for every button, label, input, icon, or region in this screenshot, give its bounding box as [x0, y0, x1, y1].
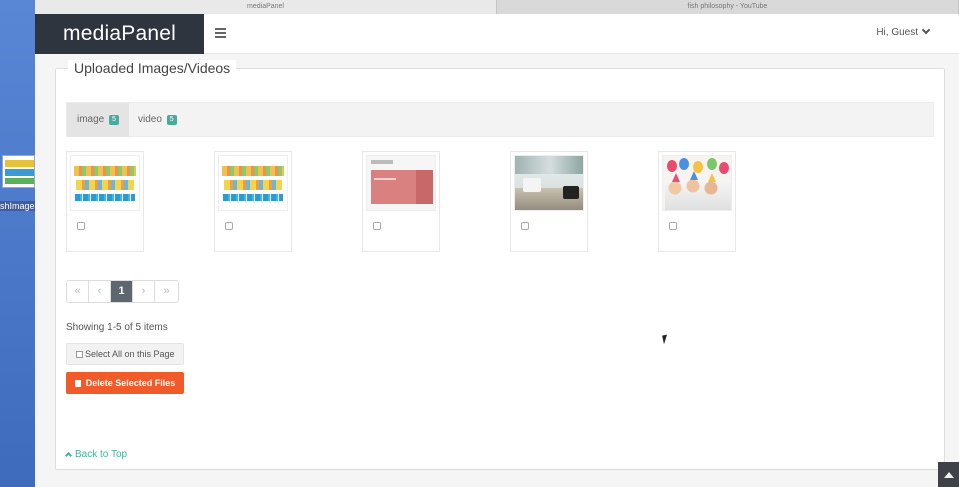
user-menu[interactable]: Hi, Guest — [876, 25, 931, 38]
panel-title: Uploaded Images/Videos — [68, 60, 237, 76]
media-card — [362, 151, 440, 252]
pagination-first[interactable]: « — [67, 281, 89, 302]
main-content: Uploaded Images/Videos image 5 video 5 «… — [35, 54, 959, 487]
desktop-file-label[interactable]: shImage — [0, 201, 35, 211]
back-to-top-link[interactable]: Back to Top — [64, 449, 128, 460]
uploads-panel: Uploaded Images/Videos image 5 video 5 «… — [55, 60, 945, 470]
pagination-last[interactable]: » — [155, 281, 178, 302]
media-thumbnail[interactable] — [514, 155, 584, 211]
tab-video-label: video — [138, 114, 162, 125]
tab-image-label: image — [77, 114, 105, 125]
chevron-up-icon — [64, 451, 73, 460]
media-card — [658, 151, 736, 252]
delete-selected-button[interactable]: Delete Selected Files — [66, 372, 184, 394]
media-thumbnail[interactable] — [218, 155, 288, 211]
media-select-checkbox[interactable] — [373, 222, 381, 230]
media-card — [66, 151, 144, 252]
trash-icon — [74, 380, 81, 387]
arrow-up-icon — [944, 472, 954, 478]
desktop-file-thumbnail[interactable] — [2, 155, 35, 188]
pagination-page-current[interactable]: 1 — [111, 281, 133, 302]
select-all-button[interactable]: Select All on this Page — [66, 343, 184, 365]
tab-image[interactable]: image 5 — [67, 103, 129, 137]
pagination-prev[interactable]: ‹ — [89, 281, 111, 302]
media-type-tabs: image 5 video 5 — [66, 102, 934, 137]
media-thumbnail[interactable] — [662, 155, 732, 211]
browser-tab-bar: mediaPanel fish philosophy - YouTube — [35, 0, 959, 14]
tab-video-count-badge: 5 — [166, 115, 177, 125]
browser-window: mediaPanel fish philosophy - YouTube med… — [35, 0, 959, 487]
tab-video[interactable]: video 5 — [128, 103, 187, 137]
browser-tab-youtube[interactable]: fish philosophy - YouTube — [497, 0, 959, 14]
media-card — [214, 151, 292, 252]
select-all-checkbox[interactable] — [76, 351, 83, 358]
hamburger-icon[interactable] — [215, 28, 226, 38]
top-navbar: Hi, Guest — [204, 14, 959, 54]
browser-tab-mediapanel[interactable]: mediaPanel — [35, 0, 497, 14]
media-select-checkbox[interactable] — [521, 222, 529, 230]
app-brand-logo[interactable]: mediaPanel — [35, 14, 204, 54]
items-summary: Showing 1-5 of 5 items — [66, 322, 168, 333]
media-thumbnail[interactable] — [366, 155, 436, 211]
media-select-checkbox[interactable] — [225, 222, 233, 230]
tab-image-count-badge: 5 — [109, 115, 119, 125]
chevron-down-icon — [921, 25, 931, 35]
desktop-background: shImage — [0, 0, 35, 487]
scroll-to-top-button[interactable] — [938, 462, 959, 487]
media-select-checkbox[interactable] — [669, 222, 677, 230]
pagination-next[interactable]: › — [133, 281, 155, 302]
user-greeting: Hi, Guest — [876, 27, 918, 38]
back-to-top-label: Back to Top — [75, 449, 128, 460]
delete-selected-label: Delete Selected Files — [85, 378, 176, 388]
media-card — [510, 151, 588, 252]
media-thumbnail[interactable] — [70, 155, 140, 211]
select-all-label: Select All on this Page — [85, 349, 175, 359]
media-select-checkbox[interactable] — [77, 222, 85, 230]
pagination: « ‹ 1 › » — [66, 280, 179, 303]
